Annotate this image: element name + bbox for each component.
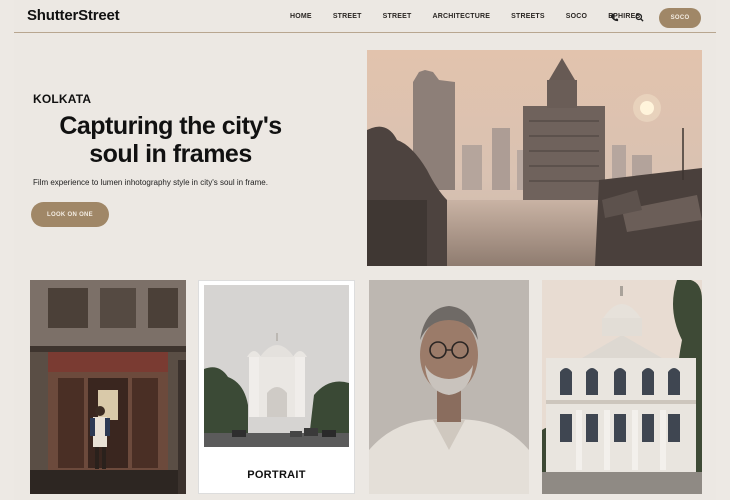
portrait-card-caption: PORTRAIT xyxy=(247,469,306,481)
gallery-architecture-photo[interactable] xyxy=(542,280,702,494)
header-cta-button[interactable]: SOCO xyxy=(659,8,701,28)
phone-icon[interactable] xyxy=(608,11,620,23)
main-nav: HOME STREET STREET ARCHITECTURE STREETS … xyxy=(290,13,661,20)
gallery-portrait-photo[interactable] xyxy=(369,280,529,494)
search-icon[interactable] xyxy=(633,11,645,23)
nav-home[interactable]: HOME xyxy=(290,13,312,20)
hero-image xyxy=(367,50,702,266)
hero-cta-button[interactable]: LOOK ON ONE xyxy=(31,202,109,227)
site-header: ShutterStreet HOME STREET STREET ARCHITE… xyxy=(14,0,716,33)
nav-architecture[interactable]: ARCHITECTURE xyxy=(432,13,490,20)
hero-eyebrow: KOLKATA xyxy=(33,92,92,106)
page: ShutterStreet HOME STREET STREET ARCHITE… xyxy=(14,0,716,500)
site-logo[interactable]: ShutterStreet xyxy=(27,7,120,24)
portrait-card-photo xyxy=(204,285,349,447)
nav-street-2[interactable]: STREET xyxy=(383,13,412,20)
gallery-portrait-card[interactable]: PORTRAIT xyxy=(198,280,355,494)
nav-street[interactable]: STREET xyxy=(333,13,362,20)
gallery-street-photo[interactable] xyxy=(30,280,186,494)
nav-streets[interactable]: STREETS xyxy=(511,13,545,20)
nav-soco[interactable]: SOCO xyxy=(566,13,587,20)
hero-subtitle: Film experience to lumen inhotography st… xyxy=(33,178,268,187)
hero-headline: Capturing the city's soul in frames xyxy=(59,112,282,168)
